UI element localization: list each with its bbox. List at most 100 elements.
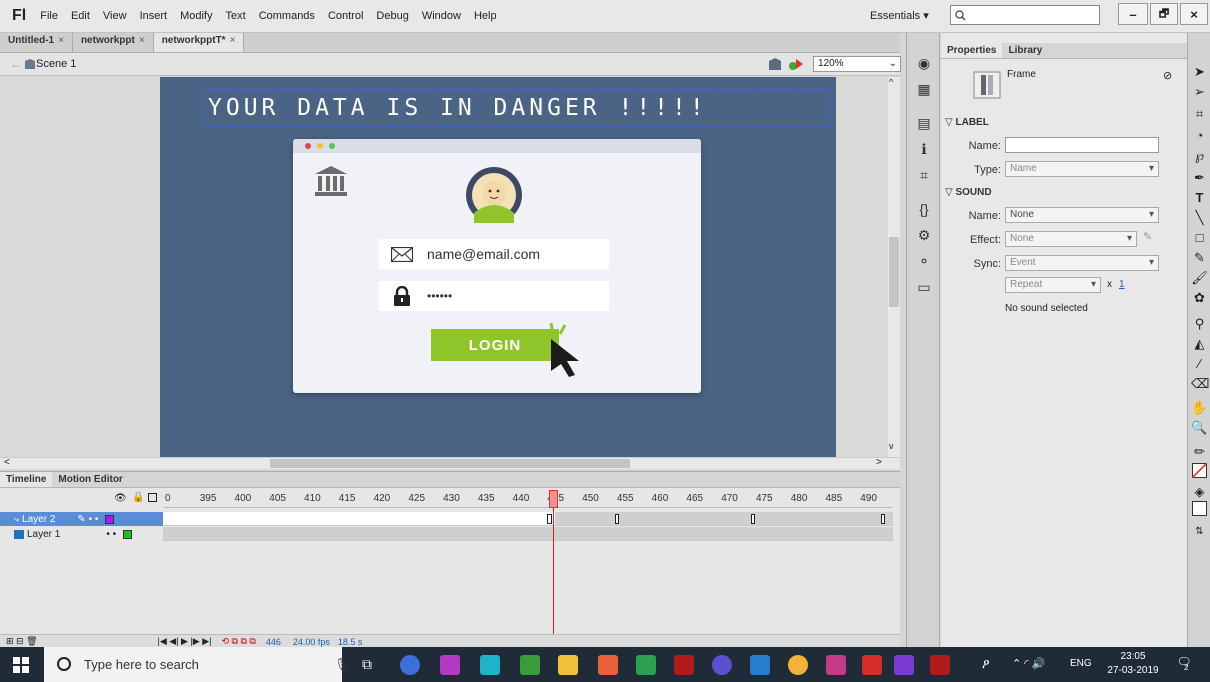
- component-inspector-icon[interactable]: ⚬: [916, 253, 932, 269]
- info-icon[interactable]: ℹ: [916, 141, 932, 157]
- stage[interactable]: YOUR DATA IS IN DANGER !!!!! name@email.…: [160, 77, 836, 457]
- menu-window[interactable]: Window: [422, 10, 461, 22]
- app-icon[interactable]: [750, 655, 770, 675]
- doc-tab-networkppt[interactable]: networkppt ×: [73, 33, 154, 52]
- maximize-button[interactable]: 🗗: [1150, 3, 1178, 25]
- whatsapp-icon[interactable]: [480, 655, 500, 675]
- frame-name-input[interactable]: [1005, 137, 1159, 153]
- doc-tab-networkpptT[interactable]: networkpptT* ×: [153, 33, 245, 52]
- file-explorer-icon[interactable]: [558, 655, 578, 675]
- start-button[interactable]: [0, 647, 44, 682]
- layer-row-1[interactable]: Layer 1 • •: [0, 527, 163, 541]
- text-tool-icon[interactable]: T: [1191, 189, 1208, 206]
- layer-color-swatch[interactable]: [105, 514, 115, 524]
- chevron-up-icon[interactable]: ^: [889, 77, 893, 87]
- frame-row-layer-1[interactable]: [163, 527, 893, 541]
- help-search[interactable]: [950, 5, 1100, 25]
- frame-ruler[interactable]: 0395400405410415420425430435440445450455…: [163, 490, 893, 508]
- back-arrow-icon[interactable]: ←: [10, 57, 22, 71]
- edit-pencil-icon[interactable]: ✎: [1143, 230, 1152, 243]
- flash-icon[interactable]: [674, 655, 694, 675]
- repeat-select[interactable]: Repeat ▾: [1005, 277, 1101, 293]
- close-icon[interactable]: ×: [58, 35, 64, 46]
- menu-commands[interactable]: Commands: [259, 10, 315, 22]
- notification-center[interactable]: 🗨 2: [1174, 655, 1194, 675]
- brush-tool-icon[interactable]: 🖌: [1191, 269, 1208, 286]
- keyframe-marker[interactable]: [751, 514, 755, 524]
- subselection-tool-icon[interactable]: ➢: [1191, 83, 1208, 100]
- pencil-tool-icon[interactable]: ✎: [1191, 249, 1208, 266]
- stroke-color-icon[interactable]: ✏: [1191, 443, 1208, 460]
- tab-motion-editor[interactable]: Motion Editor: [52, 472, 128, 487]
- menu-insert[interactable]: Insert: [140, 10, 168, 22]
- app-icon[interactable]: [826, 655, 846, 675]
- lasso-tool-icon[interactable]: ℘: [1191, 147, 1208, 164]
- tab-library[interactable]: Library: [1002, 43, 1048, 58]
- rectangle-tool-icon[interactable]: □: [1191, 229, 1208, 246]
- lock-icon[interactable]: 🔒: [132, 492, 144, 503]
- free-transform-tool-icon[interactable]: ⌗: [1191, 105, 1208, 122]
- tab-properties[interactable]: Properties: [941, 43, 1003, 58]
- swatches-icon[interactable]: ▦: [916, 81, 932, 97]
- app-icon[interactable]: [440, 655, 460, 675]
- keyframe-marker[interactable]: [547, 514, 552, 524]
- pdf-reader-icon[interactable]: [862, 655, 882, 675]
- paint-bucket-tool-icon[interactable]: ◭: [1191, 335, 1208, 352]
- headline-text[interactable]: YOUR DATA IS IN DANGER !!!!!: [202, 90, 830, 127]
- effect-select[interactable]: None ▾: [1005, 231, 1137, 247]
- close-icon[interactable]: ×: [230, 35, 236, 46]
- stage-horizontal-scrollbar[interactable]: < >: [0, 457, 900, 469]
- zoom-tool-icon[interactable]: 🔍: [1191, 419, 1208, 436]
- layer-row-2[interactable]: ⤷ Layer 2 ✎ • •: [0, 512, 163, 526]
- components-icon[interactable]: ⚙: [916, 227, 932, 243]
- chevron-left-icon[interactable]: <: [4, 457, 10, 468]
- edit-symbol-icon[interactable]: [788, 57, 804, 71]
- menu-help[interactable]: Help: [474, 10, 497, 22]
- playback-controls[interactable]: |◀ ◀| ▶ |▶ ▶|: [158, 636, 212, 647]
- app-icon[interactable]: [598, 655, 618, 675]
- eye-icon[interactable]: 👁: [114, 493, 127, 504]
- close-button[interactable]: ×: [1180, 3, 1208, 25]
- stage-vertical-scrollbar[interactable]: ^ v: [888, 77, 900, 457]
- scene-label[interactable]: Scene 1: [36, 58, 76, 70]
- login-illustration[interactable]: name@email.com •••••• LOGIN: [293, 139, 701, 393]
- sync-select[interactable]: Event ▾: [1005, 255, 1159, 271]
- keyframe-marker[interactable]: [615, 514, 619, 524]
- task-view-icon[interactable]: ⧉: [362, 656, 372, 673]
- project-icon[interactable]: ▭: [916, 279, 932, 295]
- chrome-icon[interactable]: [788, 655, 808, 675]
- stroke-swatch-icon[interactable]: [1191, 462, 1208, 480]
- menu-edit[interactable]: Edit: [71, 10, 90, 22]
- zoom-select[interactable]: 120% ⌄: [813, 56, 901, 72]
- tray-icons[interactable]: ⌃ ◜ 🔊: [1012, 657, 1045, 670]
- menu-file[interactable]: File: [40, 10, 58, 22]
- current-frame[interactable]: 446: [266, 637, 281, 647]
- media-player-icon[interactable]: [894, 655, 914, 675]
- menu-modify[interactable]: Modify: [180, 10, 212, 22]
- edit-scene-icon[interactable]: [768, 57, 782, 71]
- label-type-select[interactable]: Name ▾: [1005, 161, 1159, 177]
- password-field[interactable]: ••••••: [379, 281, 609, 311]
- help-search-input[interactable]: [966, 9, 1086, 21]
- frame-row-layer-2[interactable]: [163, 512, 893, 526]
- repeat-count[interactable]: 1: [1119, 279, 1125, 290]
- sound-name-select[interactable]: None ▾: [1005, 207, 1159, 223]
- transform-icon[interactable]: ⌗: [916, 167, 932, 183]
- minimize-button[interactable]: –: [1118, 3, 1148, 25]
- menu-debug[interactable]: Debug: [376, 10, 408, 22]
- selection-tool-icon[interactable]: ➤: [1191, 63, 1208, 80]
- email-field[interactable]: name@email.com: [379, 239, 609, 269]
- clock[interactable]: 23:05 27-03-2019: [1103, 650, 1163, 678]
- menu-view[interactable]: View: [103, 10, 127, 22]
- flash-active-icon[interactable]: [930, 655, 950, 675]
- 3d-rotation-tool-icon[interactable]: ◔: [1191, 127, 1208, 144]
- outline-icon[interactable]: [148, 493, 157, 502]
- app-icon[interactable]: [520, 655, 540, 675]
- eraser-tool-icon[interactable]: ⌫: [1191, 375, 1209, 392]
- new-layer-icon[interactable]: ⊞ ⊟ 🗑: [6, 636, 38, 647]
- edge-icon[interactable]: [400, 655, 420, 675]
- menu-control[interactable]: Control: [328, 10, 363, 22]
- frame-rate[interactable]: 24.00 fps: [293, 637, 330, 647]
- fill-swatch-icon[interactable]: [1191, 501, 1208, 518]
- onion-skin-icon[interactable]: ⟲ ⧉ ⧉ ⧉: [221, 636, 255, 647]
